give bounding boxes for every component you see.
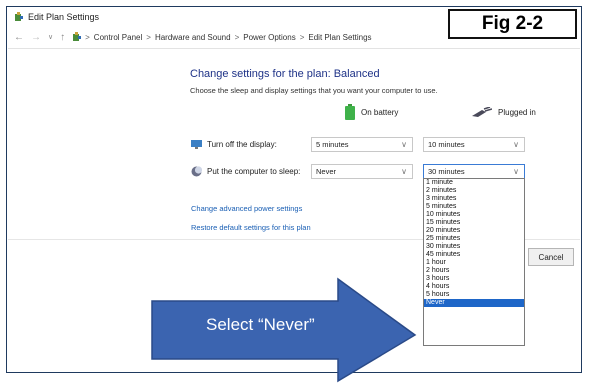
display-plugged-in-select[interactable]: 10 minutes ∨ — [423, 137, 525, 152]
dropdown-option[interactable]: 20 minutes — [424, 227, 524, 235]
column-plugged-in: Plugged in — [472, 107, 536, 117]
dropdown-option[interactable]: 15 minutes — [424, 219, 524, 227]
chevron-down-icon: ∨ — [513, 140, 519, 149]
sleep-moon-icon — [191, 166, 202, 177]
sleep-on-battery-select[interactable]: Never ∨ — [311, 164, 413, 179]
battery-icon — [345, 104, 355, 120]
dropdown-option[interactable]: 45 minutes — [424, 251, 524, 259]
column-plugged-in-label: Plugged in — [498, 107, 536, 117]
power-options-icon — [15, 12, 23, 21]
navigation-bar: ← → ∨ ↑ > Control Panel > Hardware and S… — [14, 28, 444, 46]
display-plugged-in-value: 10 minutes — [428, 140, 465, 149]
title-bar: Edit Plan Settings — [14, 9, 99, 25]
display-icon — [191, 140, 202, 149]
power-plug-icon — [472, 107, 492, 117]
column-on-battery-label: On battery — [361, 107, 399, 117]
breadcrumb-separator: > — [299, 32, 305, 42]
restore-default-settings-link[interactable]: Restore default settings for this plan — [191, 223, 311, 232]
dropdown-option[interactable]: 1 hour — [424, 259, 524, 267]
breadcrumb-control-panel[interactable]: Control Panel — [94, 33, 142, 42]
breadcrumb-edit-plan-settings[interactable]: Edit Plan Settings — [308, 33, 371, 42]
put-computer-to-sleep-label: Put the computer to sleep: — [207, 167, 301, 176]
dropdown-option[interactable]: 2 hours — [424, 267, 524, 275]
chevron-down-icon: ∨ — [401, 140, 407, 149]
dropdown-option[interactable]: 10 minutes — [424, 211, 524, 219]
navbar-divider — [8, 48, 580, 49]
dropdown-option[interactable]: 5 minutes — [424, 203, 524, 211]
dropdown-option[interactable]: 30 minutes — [424, 243, 524, 251]
up-arrow-icon[interactable]: ↑ — [60, 32, 65, 43]
dropdown-option[interactable]: 25 minutes — [424, 235, 524, 243]
display-on-battery-select[interactable]: 5 minutes ∨ — [311, 137, 413, 152]
breadcrumb-separator: > — [234, 32, 240, 42]
chevron-down-icon: ∨ — [401, 167, 407, 176]
page-subheading: Choose the sleep and display settings th… — [190, 86, 438, 95]
breadcrumb-power-options[interactable]: Power Options — [243, 33, 295, 42]
back-arrow-icon[interactable]: ← — [14, 32, 24, 43]
sleep-plugged-in-select[interactable]: 30 minutes ∨ — [423, 164, 525, 179]
turn-off-display-label: Turn off the display: — [207, 140, 277, 149]
change-advanced-power-settings-link[interactable]: Change advanced power settings — [191, 204, 302, 213]
breadcrumb-hardware-and-sound[interactable]: Hardware and Sound — [155, 33, 231, 42]
page-heading: Change settings for the plan: Balanced — [190, 68, 380, 80]
display-on-battery-value: 5 minutes — [316, 140, 349, 149]
breadcrumb-separator: > — [146, 32, 151, 42]
cancel-button[interactable]: Cancel — [528, 248, 574, 266]
callout-text: Select “Never” — [206, 315, 315, 334]
sleep-plugged-in-value: 30 minutes — [428, 167, 465, 176]
sleep-plugged-in-dropdown-list: 1 minute 2 minutes 3 minutes 5 minutes 1… — [423, 178, 525, 346]
control-panel-icon — [73, 32, 82, 41]
dropdown-option[interactable]: 5 hours — [424, 291, 524, 299]
breadcrumb-separator: > — [85, 32, 90, 42]
recent-locations-chevron-icon[interactable]: ∨ — [48, 33, 53, 41]
figure-label: Fig 2-2 — [448, 9, 577, 39]
dropdown-option-never-highlighted[interactable]: Never — [424, 299, 524, 307]
column-on-battery: On battery — [345, 104, 398, 120]
chevron-down-icon: ∨ — [513, 167, 519, 176]
dropdown-option[interactable]: 2 minutes — [424, 187, 524, 195]
sleep-on-battery-value: Never — [316, 167, 337, 176]
dropdown-option[interactable]: 1 minute — [424, 179, 524, 187]
dropdown-option[interactable]: 3 hours — [424, 275, 524, 283]
dropdown-option[interactable]: 3 minutes — [424, 195, 524, 203]
dropdown-option[interactable]: 4 hours — [424, 283, 524, 291]
forward-arrow-icon[interactable]: → — [31, 32, 41, 43]
window-title: Edit Plan Settings — [28, 12, 100, 22]
